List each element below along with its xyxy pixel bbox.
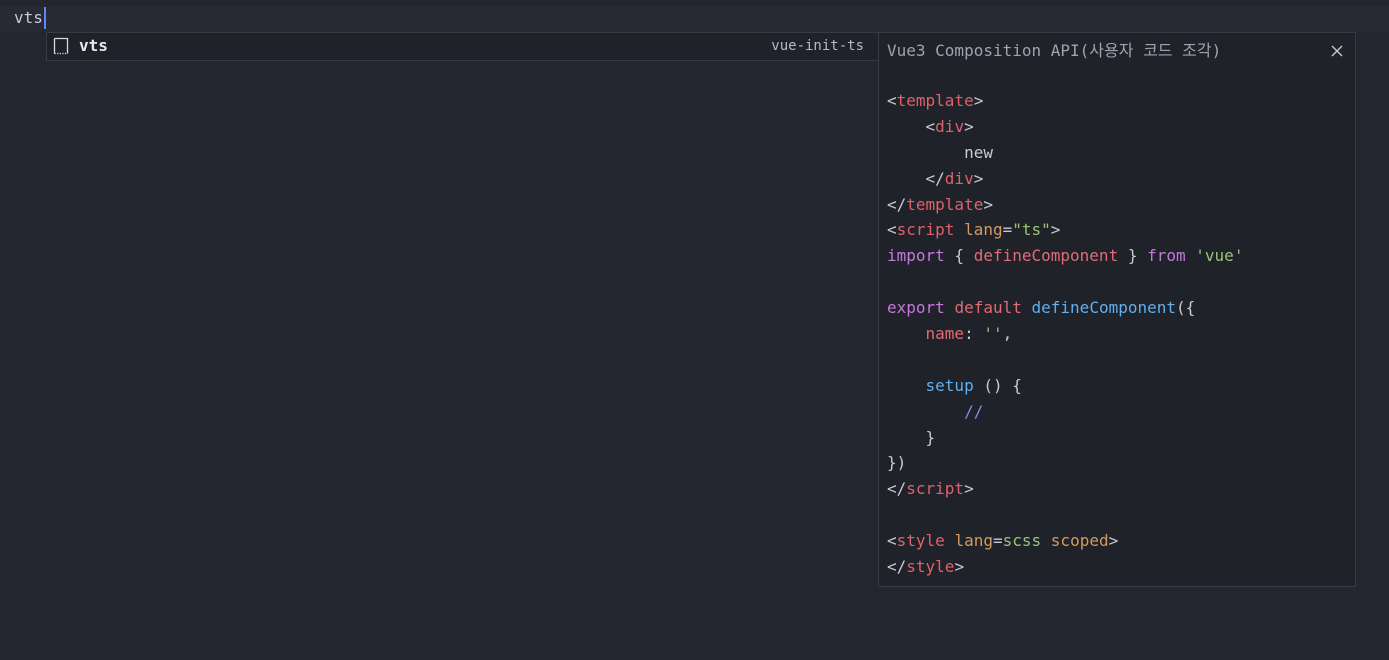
code-line: </template> — [887, 192, 1243, 218]
code-token: }) — [887, 453, 907, 473]
code-token: setup — [925, 375, 974, 395]
editor-area[interactable]: vts vts vue-init-ts Vue3 Composition API… — [0, 0, 1389, 660]
code-token: import — [887, 246, 945, 266]
code-token: lang — [964, 220, 1003, 240]
code-token: > — [983, 194, 993, 214]
code-token: > — [964, 116, 974, 136]
typed-text: vts — [14, 8, 43, 27]
code-token: { — [944, 246, 974, 266]
code-token: > — [1050, 220, 1061, 240]
code-token: default — [954, 298, 1022, 318]
code-token: // — [887, 401, 984, 421]
code-token: '' — [983, 324, 1003, 344]
code-token: lang — [954, 531, 993, 551]
code-line: <script lang="ts"> — [887, 217, 1243, 243]
code-token: </ — [887, 479, 907, 499]
code-token: > — [964, 479, 974, 499]
code-token: template — [896, 91, 974, 110]
suggestion-detail: vue-init-ts — [771, 38, 864, 54]
current-line-highlight — [0, 6, 1389, 32]
code-line: name: '', — [887, 321, 1243, 347]
editor-line-1[interactable]: vts — [14, 7, 46, 29]
code-token: > — [1108, 531, 1119, 551]
details-title: Vue3 Composition API(사용자 코드 조각) — [887, 41, 1222, 60]
code-line: <style lang=scss scoped> — [887, 528, 1243, 554]
code-token: < — [887, 91, 897, 110]
code-token: > — [973, 91, 984, 110]
code-line: <div> — [887, 114, 1243, 140]
code-token: div — [944, 168, 974, 188]
code-line: <template> — [887, 88, 1243, 114]
text-cursor — [43, 7, 46, 29]
code-line: </script> — [887, 476, 1243, 502]
code-token: export — [887, 298, 945, 318]
snippet-code-preview: <template> <div> new </div> </template> <s… — [887, 88, 1243, 580]
code-token: } — [1118, 246, 1148, 266]
code-token: </ — [887, 194, 907, 214]
code-token: scoped — [1050, 531, 1109, 551]
code-token: , — [1002, 324, 1013, 344]
code-token: defineComponent — [973, 246, 1119, 266]
code-line: // — [887, 399, 1243, 425]
code-token: = — [992, 531, 1003, 551]
code-line: import { defineComponent } from 'vue' — [887, 243, 1243, 269]
code-line: }) — [887, 450, 1243, 476]
code-line: new — [887, 140, 1243, 166]
code-token: ({ — [1176, 298, 1196, 318]
code-token: </ — [887, 168, 945, 188]
code-line: </div> — [887, 166, 1243, 192]
code-token: < — [887, 116, 936, 136]
code-token: div — [935, 116, 965, 136]
code-line: } — [887, 425, 1243, 451]
code-token: scss — [1002, 531, 1042, 551]
code-token: defineComponent — [1031, 298, 1177, 318]
code-token: style — [896, 531, 945, 551]
code-token: > — [973, 168, 984, 188]
code-token: style — [906, 557, 955, 577]
code-token: new — [887, 142, 993, 162]
code-token: template — [906, 194, 984, 214]
code-token: < — [887, 220, 897, 240]
code-token: : — [964, 324, 984, 344]
code-token: script — [896, 220, 955, 240]
snippet-icon — [53, 37, 69, 55]
close-icon[interactable] — [1329, 43, 1345, 59]
suggestion-widget: vts vue-init-ts — [46, 32, 878, 61]
code-token: script — [906, 479, 965, 499]
code-line: setup () { — [887, 373, 1243, 399]
code-token: "ts" — [1012, 220, 1051, 240]
code-token: > — [954, 557, 965, 577]
code-line: </style> — [887, 554, 1243, 580]
code-token: = — [1002, 220, 1013, 240]
code-token: () { — [973, 375, 1022, 395]
code-token: } — [887, 427, 936, 447]
code-token: from — [1147, 246, 1186, 266]
suggestion-details-panel: Vue3 Composition API(사용자 코드 조각) <templat… — [878, 32, 1356, 587]
suggestion-item-vts[interactable]: vts vue-init-ts — [47, 33, 878, 60]
code-token: name — [925, 324, 965, 344]
suggestion-label: vts — [79, 36, 108, 55]
code-line: export default defineComponent({ — [887, 295, 1243, 321]
code-token: 'vue' — [1195, 246, 1244, 266]
code-token: < — [887, 531, 897, 551]
code-token: </ — [887, 557, 907, 577]
